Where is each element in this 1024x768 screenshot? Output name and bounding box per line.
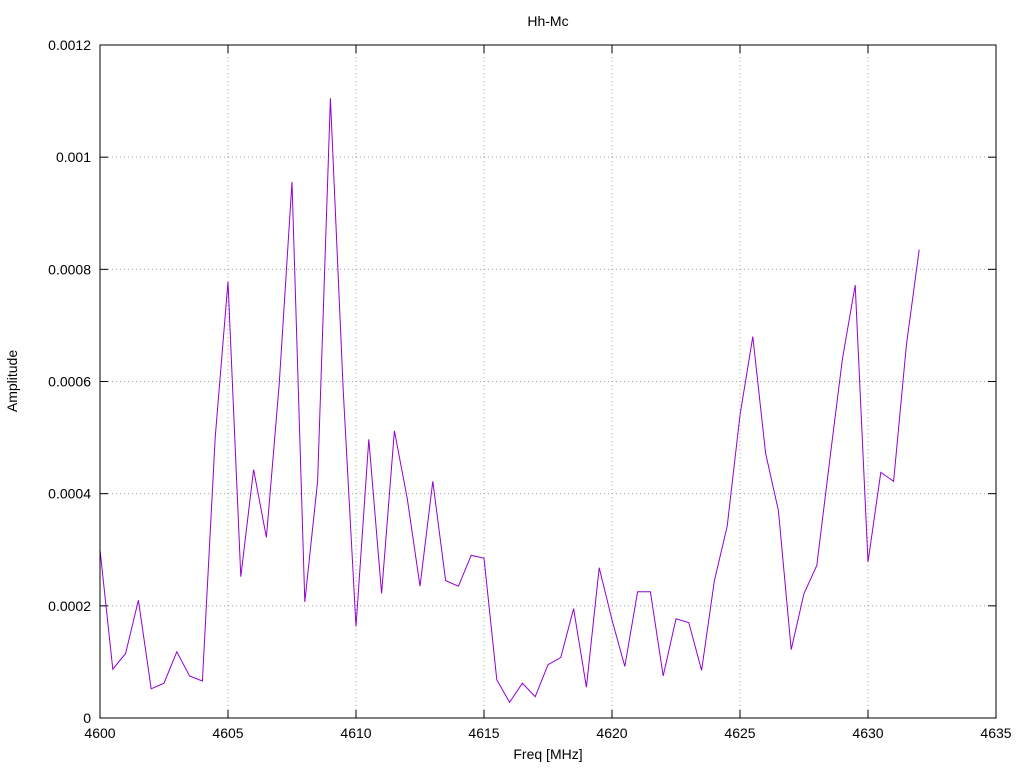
x-tick-label: 4610 xyxy=(340,725,371,741)
y-tick-label: 0.0012 xyxy=(48,37,91,53)
tick-labels: 4600 4605 4610 4615 4620 4625 4630 4635 0 0.0002 0… xyxy=(48,37,1012,741)
x-tick-label: 4600 xyxy=(84,725,115,741)
x-tick-label: 4620 xyxy=(596,725,627,741)
series-line xyxy=(99,98,920,704)
y-tick-label: 0.0008 xyxy=(48,261,91,277)
x-axis-label: Freq [MHz] xyxy=(513,746,582,762)
x-tick-label: 4615 xyxy=(468,725,499,741)
y-tick-label: 0 xyxy=(83,710,91,726)
x-tick-label: 4625 xyxy=(724,725,755,741)
line-chart: 4600 4605 4610 4615 4620 4625 4630 4635 0 0.0002 0… xyxy=(4,13,1012,762)
x-tick-label: 4635 xyxy=(980,725,1011,741)
series-layer xyxy=(99,98,920,704)
x-tick-label: 4630 xyxy=(852,725,883,741)
y-tick-label: 0.0004 xyxy=(48,486,91,502)
grid-lines xyxy=(100,45,996,718)
y-tick-label: 0.0006 xyxy=(48,374,91,390)
y-axis-label: Amplitude xyxy=(4,350,20,412)
y-tick-label: 0.0002 xyxy=(48,598,91,614)
chart-title: Hh-Mc xyxy=(527,13,568,29)
y-tick-label: 0.001 xyxy=(56,149,91,165)
x-tick-label: 4605 xyxy=(212,725,243,741)
